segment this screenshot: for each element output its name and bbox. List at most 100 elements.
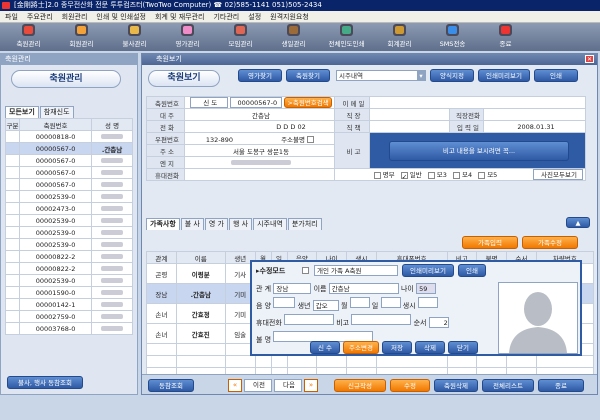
table-row[interactable]: 00002539-0 (5, 274, 133, 287)
new-button[interactable]: 신규작성 (334, 379, 386, 392)
form-setting-button[interactable]: 양식지정 (430, 69, 474, 82)
cell-field[interactable] (184, 168, 335, 181)
table-row[interactable]: 00000822-2 (5, 262, 133, 275)
flag-checkbox-3[interactable] (427, 171, 435, 179)
participation-button[interactable]: 동참조회 (148, 379, 194, 392)
family-edit-button[interactable]: 가족수정 (522, 236, 578, 249)
find-blessing-button[interactable]: 축원찾기 (286, 69, 330, 82)
participation-lookup-button[interactable]: 불사, 행사 동참조회 (7, 376, 83, 389)
edit-close-button[interactable]: 닫기 (448, 341, 478, 354)
photo-all-button[interactable]: 사진모두보기 (533, 169, 583, 180)
table-row[interactable]: 00000567-0 (5, 166, 133, 179)
engi-field[interactable] (184, 156, 335, 169)
no-field[interactable]: 00000567-0 (230, 97, 283, 108)
table-row[interactable]: 00002539-0 (5, 214, 133, 227)
toolbar-button-3[interactable]: 영가관리 (161, 23, 214, 51)
edit-save-button[interactable]: 저장 (382, 341, 412, 354)
tab-spirit[interactable]: 영 가 (204, 218, 228, 230)
reg-field[interactable]: 2008.01.31 (483, 120, 586, 133)
flag-checkbox-2[interactable]: ✓ (400, 171, 408, 181)
menu-etc[interactable]: 기타관리 (213, 11, 239, 22)
ddd-field[interactable]: 02 (297, 123, 305, 131)
flag-checkbox-4[interactable] (452, 171, 460, 179)
note-view-button[interactable]: 비고 내용을 보시려면 꼭... (389, 140, 569, 161)
collapse-button[interactable]: ▲ (566, 217, 590, 228)
view-select[interactable]: 시주내역 ▾ (336, 70, 426, 81)
flag-checkbox-5[interactable] (478, 171, 486, 179)
menu-account[interactable]: 회계 및 재무관리 (155, 11, 205, 22)
edit-time-field[interactable] (417, 297, 438, 308)
addr-unknown-checkbox[interactable] (307, 136, 315, 143)
table-row[interactable]: 00000822-2 (5, 250, 133, 263)
tab-buddha[interactable]: 불 사 (180, 218, 204, 230)
edit-birth-field[interactable]: 갑오 (312, 300, 339, 311)
pos-field[interactable] (369, 120, 450, 133)
job-field[interactable] (369, 108, 450, 121)
close-button[interactable]: 종료 (538, 379, 584, 392)
blessing-type-select[interactable]: 개인 가족 A축원 (314, 265, 398, 276)
edit-rel-field[interactable]: 장남 (273, 283, 312, 294)
no-kind-select[interactable]: 신 도 (190, 97, 229, 108)
toolbar-button-1[interactable]: 회원관리 (55, 23, 108, 51)
table-row[interactable]: 00000567-0 .간층남 (5, 142, 133, 155)
toolbar-button-4[interactable]: 모임관리 (214, 23, 267, 51)
menu-member[interactable]: 회원관리 (62, 11, 88, 22)
edit-button[interactable]: 수정 (390, 379, 430, 392)
menu-remote[interactable]: 원격지원요청 (270, 11, 309, 22)
email-field[interactable] (369, 96, 586, 109)
menu-print[interactable]: 인쇄 및 인쇄설정 (96, 11, 146, 22)
addr-field[interactable]: 서울 도봉구 쌍문1동 (184, 144, 335, 157)
edit-note-field[interactable] (351, 314, 412, 325)
toolbar-button-5[interactable]: 생일관리 (267, 23, 320, 51)
list-all-button[interactable]: 전체리스트 (482, 379, 534, 392)
tab-donation[interactable]: 시주내역 (253, 218, 287, 230)
edit-print-button[interactable]: 인쇄 (458, 264, 486, 277)
flag-checkbox-1[interactable] (373, 171, 381, 179)
no-search-button[interactable]: >축원번호검색 (284, 97, 332, 108)
toolbar-button-2[interactable]: 불사관리 (108, 23, 161, 51)
table-row[interactable]: 00002473-0 (5, 202, 133, 215)
toolbar-button-8[interactable]: SMS전송 (426, 23, 479, 51)
zip-cell[interactable]: 132-890 주소불명 (184, 132, 335, 145)
print-preview-button[interactable]: 인쇄미리보기 (478, 69, 530, 82)
table-row[interactable]: 00002539-0 (5, 238, 133, 251)
tab-family[interactable]: 가족사항 (146, 218, 180, 230)
menu-setting[interactable]: 설정 (248, 11, 261, 22)
edit-day-field[interactable] (380, 297, 401, 308)
delete-button[interactable]: 축원삭제 (434, 379, 478, 392)
head-field[interactable]: 간층남 (184, 108, 335, 121)
zip-field[interactable]: 132-890 (206, 136, 233, 144)
first-icon[interactable]: « (228, 379, 242, 392)
print-button[interactable]: 인쇄 (534, 69, 578, 82)
table-row[interactable]: 00002539-0 (5, 226, 133, 239)
toolbar-button-6[interactable]: 전체인도인쇄 (320, 23, 373, 51)
close-icon[interactable]: ✕ (585, 55, 594, 63)
menu-file[interactable]: 파일 (5, 11, 18, 22)
table-row[interactable]: 00002539-0 (5, 190, 133, 203)
tab-event[interactable]: 행 사 (228, 218, 253, 230)
tab-participants[interactable]: 참재신도 (39, 106, 74, 118)
next-button[interactable]: 다음 (274, 379, 302, 392)
menu-main[interactable]: 주요관리 (27, 11, 53, 22)
table-row[interactable]: 00001590-0 (5, 286, 133, 299)
table-row[interactable]: 00003768-0 (5, 322, 133, 335)
tel-cell[interactable]: D D D 02 (184, 120, 335, 133)
toolbar-button-7[interactable]: 회계관리 (373, 23, 426, 51)
table-row[interactable]: 00002759-0 (5, 310, 133, 323)
edit-lunar-field[interactable] (273, 297, 296, 308)
edit-preview-button[interactable]: 인쇄미리보기 (402, 264, 454, 277)
edit-delete-button[interactable]: 삭제 (415, 341, 445, 354)
photo-frame[interactable] (498, 282, 578, 354)
tab-all[interactable]: 모든보기 (5, 106, 39, 118)
edit-order-field[interactable]: 2 (428, 317, 449, 328)
toolbar-button-9[interactable]: 종료 (479, 23, 532, 51)
table-row[interactable]: 00000818-0 (5, 130, 133, 143)
last-icon[interactable]: » (304, 379, 318, 392)
table-row[interactable]: 00000567-0 (5, 154, 133, 167)
tab-branch[interactable]: 분가처리 (287, 218, 322, 230)
personal-family-checkbox[interactable] (302, 267, 309, 274)
edit-address-button[interactable]: 주소변경 (343, 341, 379, 354)
table-row[interactable]: 00000142-1 (5, 298, 133, 311)
find-spirit-button[interactable]: 영가찾기 (238, 69, 282, 82)
edit-cell-field[interactable] (284, 314, 334, 325)
